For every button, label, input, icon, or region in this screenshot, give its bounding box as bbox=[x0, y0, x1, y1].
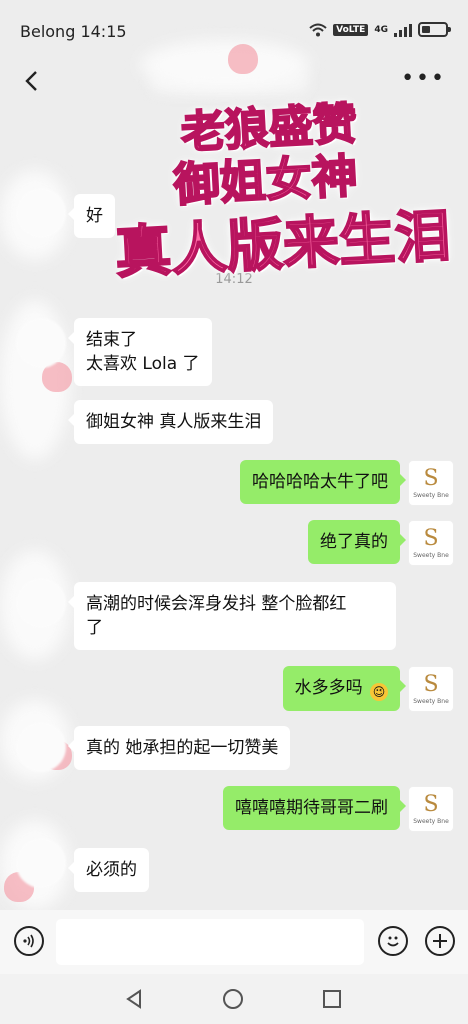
signal-icon bbox=[394, 23, 412, 37]
self-avatar[interactable]: S Sweety Bne bbox=[408, 786, 454, 832]
self-avatar[interactable]: S Sweety Bne bbox=[408, 520, 454, 566]
status-icons: VoLTE 4G bbox=[309, 22, 451, 37]
square-recents-icon[interactable] bbox=[323, 990, 341, 1008]
message-text: 真的 她承担的起一切赞美 bbox=[86, 738, 279, 758]
message-text: 御姐女神 真人版来生泪 bbox=[86, 412, 262, 432]
message-incoming[interactable]: 高潮的时候会浑身发抖 整个脸都红 了 bbox=[68, 582, 396, 650]
circle-home-icon[interactable] bbox=[223, 989, 243, 1009]
avatar-brand: Sweety Bne bbox=[413, 552, 449, 559]
message-incoming[interactable]: 好 bbox=[68, 194, 115, 238]
message-text: 绝了真的 bbox=[320, 532, 388, 552]
contact-avatar[interactable] bbox=[16, 722, 66, 772]
input-bar bbox=[0, 910, 468, 974]
avatar-monogram: S bbox=[423, 672, 439, 697]
self-avatar[interactable]: S Sweety Bne bbox=[408, 460, 454, 506]
message-text: 太喜欢 Lola 了 bbox=[86, 354, 200, 374]
voice-icon[interactable] bbox=[14, 926, 44, 956]
avatar-monogram: S bbox=[423, 526, 439, 551]
message-outgoing[interactable]: 水多多吗 😉 bbox=[282, 666, 407, 711]
redaction-blur bbox=[140, 40, 310, 90]
wink-emoji-icon: 😉 bbox=[370, 683, 388, 701]
contact-avatar[interactable] bbox=[16, 188, 66, 238]
message-text: 哈哈哈哈太牛了吧 bbox=[252, 472, 388, 492]
message-incoming[interactable]: 御姐女神 真人版来生泪 bbox=[67, 400, 274, 444]
message-input[interactable] bbox=[56, 919, 364, 965]
message-text: 结束了 bbox=[86, 330, 137, 350]
contact-avatar[interactable] bbox=[16, 578, 66, 628]
avatar-brand: Sweety Bne bbox=[413, 698, 449, 705]
message-text: 高潮的时候会浑身发抖 整个脸都红 bbox=[86, 594, 347, 614]
message-incoming[interactable]: 真的 她承担的起一切赞美 bbox=[67, 726, 291, 770]
message-incoming[interactable]: 结束了 太喜欢 Lola 了 bbox=[68, 318, 212, 386]
battery-fill bbox=[422, 26, 430, 33]
message-text: 水多多吗 bbox=[294, 678, 363, 698]
emoji-icon[interactable] bbox=[378, 926, 408, 956]
contact-avatar[interactable] bbox=[16, 318, 66, 368]
chevron-left-icon[interactable] bbox=[20, 68, 46, 94]
message-text: 好 bbox=[86, 206, 103, 226]
system-nav-bar bbox=[0, 974, 468, 1024]
message-outgoing[interactable]: 哈哈哈哈太牛了吧 bbox=[240, 460, 406, 504]
promo-line-3: 真人版来生泪 bbox=[113, 203, 454, 287]
plus-icon[interactable] bbox=[425, 926, 455, 956]
message-incoming[interactable]: 必须的 bbox=[68, 848, 149, 892]
triangle-back-icon[interactable] bbox=[124, 989, 144, 1009]
wifi-icon bbox=[309, 23, 327, 36]
message-outgoing[interactable]: 嘻嘻嘻期待哥哥二刷 bbox=[223, 786, 406, 830]
contact-avatar[interactable] bbox=[16, 838, 66, 888]
carrier-time: Belong 14:15 bbox=[20, 22, 127, 41]
battery-icon bbox=[418, 22, 451, 37]
flower-sticker bbox=[228, 44, 258, 74]
message-outgoing[interactable]: 绝了真的 bbox=[308, 520, 406, 564]
avatar-monogram: S bbox=[423, 792, 439, 817]
message-text: 嘻嘻嘻期待哥哥二刷 bbox=[235, 798, 388, 818]
volte-badge: VoLTE bbox=[333, 23, 369, 36]
self-avatar[interactable]: S Sweety Bne bbox=[408, 666, 454, 712]
message-text: 了 bbox=[86, 618, 103, 638]
network-label: 4G bbox=[374, 24, 388, 35]
avatar-monogram: S bbox=[423, 466, 439, 491]
avatar-brand: Sweety Bne bbox=[413, 818, 449, 825]
message-text: 必须的 bbox=[86, 860, 137, 880]
avatar-brand: Sweety Bne bbox=[413, 492, 449, 499]
promo-overlay: 老狼盛赞 御姐女神 真人版来生泪 bbox=[107, 84, 454, 291]
